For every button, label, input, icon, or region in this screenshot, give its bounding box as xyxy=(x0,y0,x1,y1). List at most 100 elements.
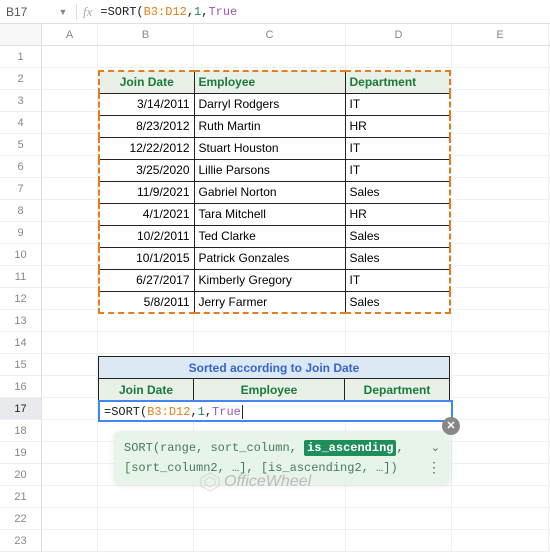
col-header-E[interactable]: E xyxy=(452,24,549,45)
cell-department[interactable]: Sales xyxy=(345,181,450,203)
cell[interactable] xyxy=(42,332,98,354)
cell[interactable] xyxy=(452,508,549,530)
cell-department[interactable]: Sales xyxy=(345,247,450,269)
cell[interactable] xyxy=(42,222,98,244)
cell[interactable] xyxy=(42,200,98,222)
cell[interactable] xyxy=(452,134,549,156)
cell[interactable] xyxy=(452,46,549,68)
cell[interactable] xyxy=(452,68,549,90)
col-header-C[interactable]: C xyxy=(194,24,346,45)
cell[interactable] xyxy=(194,46,346,68)
name-box-dropdown-icon[interactable]: ▼ xyxy=(56,7,70,17)
row-header[interactable]: 17 xyxy=(0,398,42,420)
hint-menu-icon[interactable]: ⋮ xyxy=(427,460,440,477)
cell-department[interactable]: Sales xyxy=(345,291,450,313)
cell[interactable] xyxy=(42,530,98,552)
header-department[interactable]: Department xyxy=(345,71,450,93)
header-join-date[interactable]: Join Date xyxy=(99,71,194,93)
cell-department[interactable]: IT xyxy=(345,159,450,181)
row-header[interactable]: 7 xyxy=(0,178,42,200)
cell[interactable] xyxy=(42,310,98,332)
cell[interactable] xyxy=(452,354,549,376)
cell[interactable] xyxy=(42,376,98,398)
cell-join-date[interactable]: 4/1/2021 xyxy=(99,203,194,225)
cell[interactable] xyxy=(98,332,194,354)
row-header[interactable]: 20 xyxy=(0,464,42,486)
close-hint-icon[interactable]: ✕ xyxy=(442,417,460,435)
cell[interactable] xyxy=(42,508,98,530)
row-header[interactable]: 21 xyxy=(0,486,42,508)
cell[interactable] xyxy=(346,530,452,552)
row-header[interactable]: 15 xyxy=(0,354,42,376)
cell-employee[interactable]: Lillie Parsons xyxy=(194,159,345,181)
cell-employee[interactable]: Tara Mitchell xyxy=(194,203,345,225)
cell[interactable] xyxy=(194,508,346,530)
cell[interactable] xyxy=(452,112,549,134)
row-header[interactable]: 10 xyxy=(0,244,42,266)
active-cell-editor[interactable]: =SORT(B3:D12,1,True xyxy=(98,400,453,422)
cell[interactable] xyxy=(452,486,549,508)
cell[interactable] xyxy=(98,530,194,552)
cell[interactable] xyxy=(346,332,452,354)
cell[interactable] xyxy=(452,178,549,200)
cell-join-date[interactable]: 6/27/2017 xyxy=(99,269,194,291)
cell-employee[interactable]: Ruth Martin xyxy=(194,115,345,137)
name-box[interactable]: B17 xyxy=(0,5,56,19)
cell-department[interactable]: IT xyxy=(345,137,450,159)
cell[interactable] xyxy=(194,530,346,552)
cell[interactable] xyxy=(42,68,98,90)
cell[interactable] xyxy=(42,156,98,178)
cell[interactable] xyxy=(42,288,98,310)
cell-join-date[interactable]: 3/25/2020 xyxy=(99,159,194,181)
cell[interactable] xyxy=(98,508,194,530)
cell[interactable] xyxy=(452,420,549,442)
row-header[interactable]: 1 xyxy=(0,46,42,68)
cell[interactable] xyxy=(42,486,98,508)
sorted-header-join-date[interactable]: Join Date xyxy=(99,379,194,401)
row-header[interactable]: 22 xyxy=(0,508,42,530)
row-header[interactable]: 2 xyxy=(0,68,42,90)
cell-join-date[interactable]: 11/9/2021 xyxy=(99,181,194,203)
cell-department[interactable]: HR xyxy=(345,203,450,225)
row-header[interactable]: 14 xyxy=(0,332,42,354)
cell-department[interactable]: IT xyxy=(345,93,450,115)
select-all-corner[interactable] xyxy=(0,24,42,45)
cell-employee[interactable]: Jerry Farmer xyxy=(194,291,345,313)
col-header-D[interactable]: D xyxy=(346,24,452,45)
cell[interactable] xyxy=(452,222,549,244)
sorted-title[interactable]: Sorted according to Join Date xyxy=(99,357,450,379)
cell-employee[interactable]: Gabriel Norton xyxy=(194,181,345,203)
row-header[interactable]: 13 xyxy=(0,310,42,332)
cell[interactable] xyxy=(42,398,98,420)
formula-input[interactable]: =SORT(B3:D12,1,True xyxy=(100,5,237,19)
cell-join-date[interactable]: 10/2/2011 xyxy=(99,225,194,247)
cell[interactable] xyxy=(452,200,549,222)
cell[interactable] xyxy=(42,266,98,288)
cell[interactable] xyxy=(42,244,98,266)
cell[interactable] xyxy=(452,442,549,464)
col-header-B[interactable]: B xyxy=(98,24,194,45)
cell-join-date[interactable]: 10/1/2015 xyxy=(99,247,194,269)
row-header[interactable]: 6 xyxy=(0,156,42,178)
cell[interactable] xyxy=(98,486,194,508)
cell[interactable] xyxy=(346,46,452,68)
row-header[interactable]: 4 xyxy=(0,112,42,134)
cell-department[interactable]: HR xyxy=(345,115,450,137)
cell-employee[interactable]: Stuart Houston xyxy=(194,137,345,159)
cell-employee[interactable]: Darryl Rodgers xyxy=(194,93,345,115)
row-header[interactable]: 12 xyxy=(0,288,42,310)
row-header[interactable]: 16 xyxy=(0,376,42,398)
cell[interactable] xyxy=(452,266,549,288)
row-header[interactable]: 19 xyxy=(0,442,42,464)
cell[interactable] xyxy=(452,310,549,332)
cell[interactable] xyxy=(42,464,98,486)
cell[interactable] xyxy=(452,332,549,354)
row-header[interactable]: 11 xyxy=(0,266,42,288)
cell[interactable] xyxy=(42,134,98,156)
cell[interactable] xyxy=(42,178,98,200)
cell[interactable] xyxy=(452,244,549,266)
cell-employee[interactable]: Ted Clarke xyxy=(194,225,345,247)
cell[interactable] xyxy=(42,46,98,68)
cell-employee[interactable]: Kimberly Gregory xyxy=(194,269,345,291)
cell-employee[interactable]: Patrick Gonzales xyxy=(194,247,345,269)
